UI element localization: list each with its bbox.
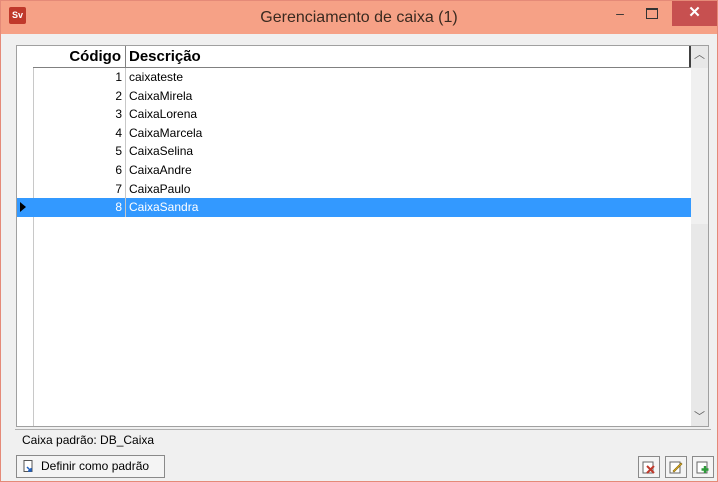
minimize-button[interactable]: – (606, 1, 634, 26)
cell-descricao[interactable]: CaixaSandra (129, 198, 198, 216)
row-indicator-arrow-icon (20, 202, 26, 213)
cell-descricao[interactable]: CaixaMarcela (129, 124, 202, 142)
cell-descricao[interactable]: CaixaSelina (129, 142, 193, 160)
scroll-thumb[interactable] (691, 68, 708, 224)
cell-descricao[interactable]: CaixaPaulo (129, 180, 190, 198)
cell-codigo[interactable]: 8 (33, 198, 126, 217)
table-row[interactable]: 4 CaixaMarcela (17, 123, 692, 143)
add-icon (696, 461, 709, 474)
grid-header: Código Descrição (33, 46, 691, 68)
add-button[interactable] (692, 456, 714, 478)
cell-codigo[interactable]: 5 (33, 142, 126, 161)
table-row[interactable]: 3 CaixaLorena (17, 105, 692, 124)
window: Sv Gerenciamento de caixa (1) – ✕ Código… (0, 0, 718, 482)
column-header-descricao[interactable]: Descrição (129, 46, 691, 67)
scroll-down-icon[interactable]: ﹀ (691, 408, 708, 426)
table-row[interactable]: 2 CaixaMirela (17, 86, 692, 106)
table-row[interactable]: 7 CaixaPaulo (17, 179, 692, 199)
cell-codigo[interactable]: 4 (33, 123, 126, 143)
delete-button[interactable] (638, 456, 660, 478)
definir-padrao-button[interactable]: Definir como padrão (16, 455, 165, 478)
table-row[interactable]: 8 CaixaSandra (17, 198, 692, 217)
document-arrow-icon (23, 460, 33, 472)
cell-codigo[interactable]: 6 (33, 160, 126, 180)
title-bar[interactable]: Sv Gerenciamento de caixa (1) – ✕ (1, 1, 717, 34)
delete-icon (642, 461, 655, 474)
cell-descricao[interactable]: caixateste (129, 68, 183, 86)
cell-codigo[interactable]: 7 (33, 179, 126, 199)
caixa-grid[interactable]: Código Descrição 1 caixateste 2 CaixaMirela… (16, 45, 709, 427)
cell-codigo[interactable]: 3 (33, 105, 126, 124)
maximize-icon (646, 8, 658, 19)
cell-descricao[interactable]: CaixaLorena (129, 105, 197, 123)
cell-codigo[interactable]: 1 (33, 68, 126, 87)
cell-codigo[interactable]: 2 (33, 86, 126, 106)
close-button[interactable]: ✕ (672, 1, 717, 26)
status-default-caixa: Caixa padrão: DB_Caixa (15, 429, 711, 449)
table-row[interactable]: 1 caixateste (17, 68, 692, 87)
edit-icon (669, 461, 683, 474)
edit-button[interactable] (665, 456, 687, 478)
maximize-button[interactable] (638, 1, 666, 26)
table-row[interactable]: 6 CaixaAndre (17, 160, 692, 180)
vertical-scrollbar[interactable]: ︿ ﹀ (691, 46, 708, 426)
definir-padrao-label: Definir como padrão (41, 459, 150, 473)
scroll-up-icon[interactable]: ︿ (691, 46, 708, 64)
column-header-codigo[interactable]: Código (33, 46, 126, 67)
cell-descricao[interactable]: CaixaAndre (129, 161, 192, 179)
cell-descricao[interactable]: CaixaMirela (129, 87, 192, 105)
table-row[interactable]: 5 CaixaSelina (17, 142, 692, 161)
grid-rows: 1 caixateste 2 CaixaMirela 3 CaixaLorena 4 Caix… (17, 68, 692, 217)
